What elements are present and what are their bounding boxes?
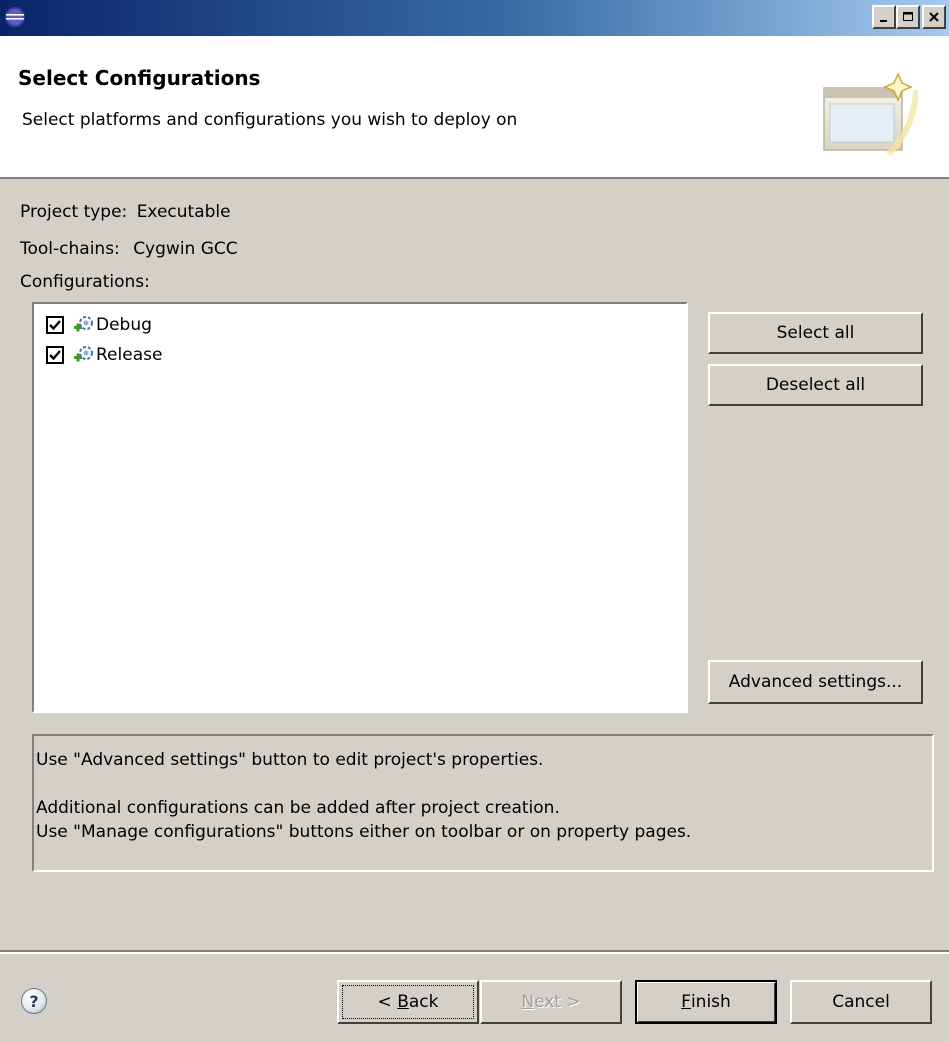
- release-label: Release: [96, 345, 163, 365]
- checkmark-icon: [49, 350, 61, 361]
- page-title: Select Configurations: [18, 66, 261, 90]
- finish-button[interactable]: Finish: [635, 980, 777, 1024]
- cancel-button[interactable]: Cancel: [790, 980, 932, 1024]
- footer-separator: [0, 950, 949, 954]
- next-rest: ext >: [534, 992, 581, 1012]
- next-button[interactable]: Next >: [480, 980, 622, 1024]
- configuration-icon: [74, 346, 93, 362]
- configurations-list[interactable]: Debug Release: [32, 302, 688, 713]
- help-glyph: ?: [29, 991, 39, 1011]
- title-bar: [0, 0, 949, 36]
- project-type-row: Project type: Executable: [20, 202, 231, 222]
- minimize-icon: [880, 20, 887, 22]
- wizard-banner-icon: [823, 72, 918, 157]
- back-mnemonic: B: [397, 992, 409, 1012]
- toolchains-label: Tool-chains:: [20, 239, 120, 259]
- list-item-debug[interactable]: Debug: [46, 312, 152, 338]
- debug-label: Debug: [96, 315, 152, 335]
- back-button[interactable]: < Back: [337, 980, 479, 1024]
- checkmark-icon: [49, 320, 61, 331]
- close-button[interactable]: [922, 5, 946, 29]
- back-prefix: <: [377, 992, 398, 1012]
- back-rest: ack: [408, 992, 439, 1012]
- toolchains-row: Tool-chains: Cygwin GCC: [20, 239, 238, 259]
- close-icon: [929, 12, 939, 22]
- project-type-label: Project type:: [20, 202, 128, 222]
- wizard-header: Select Configurations Select platforms a…: [0, 36, 949, 179]
- page-description: Select platforms and configurations you …: [22, 110, 518, 130]
- project-type-value: Executable: [136, 202, 231, 222]
- release-checkbox[interactable]: [46, 346, 64, 364]
- toolchains-value: Cygwin GCC: [133, 239, 238, 259]
- configuration-icon: [74, 316, 93, 332]
- note-line-3: Use "Manage configurations" buttons eith…: [36, 822, 692, 842]
- deselect-all-button[interactable]: Deselect all: [708, 364, 923, 406]
- eclipse-app-icon: [5, 7, 25, 27]
- select-all-button[interactable]: Select all: [708, 312, 923, 354]
- list-item-release[interactable]: Release: [46, 342, 162, 368]
- advanced-settings-button[interactable]: Advanced settings...: [708, 660, 923, 704]
- next-mnemonic: N: [521, 992, 535, 1012]
- finish-mnemonic: F: [681, 992, 691, 1012]
- maximize-button[interactable]: [896, 5, 920, 29]
- finish-rest: inish: [690, 992, 731, 1012]
- debug-checkbox[interactable]: [46, 316, 64, 334]
- maximize-icon: [903, 12, 913, 21]
- note-line-2: Additional configurations can be added a…: [36, 798, 560, 818]
- help-icon[interactable]: ?: [21, 988, 47, 1014]
- note-line-1: Use "Advanced settings" button to edit p…: [36, 750, 544, 770]
- info-note-box: Use "Advanced settings" button to edit p…: [32, 734, 934, 872]
- minimize-button[interactable]: [872, 5, 896, 29]
- configurations-label: Configurations:: [20, 272, 150, 292]
